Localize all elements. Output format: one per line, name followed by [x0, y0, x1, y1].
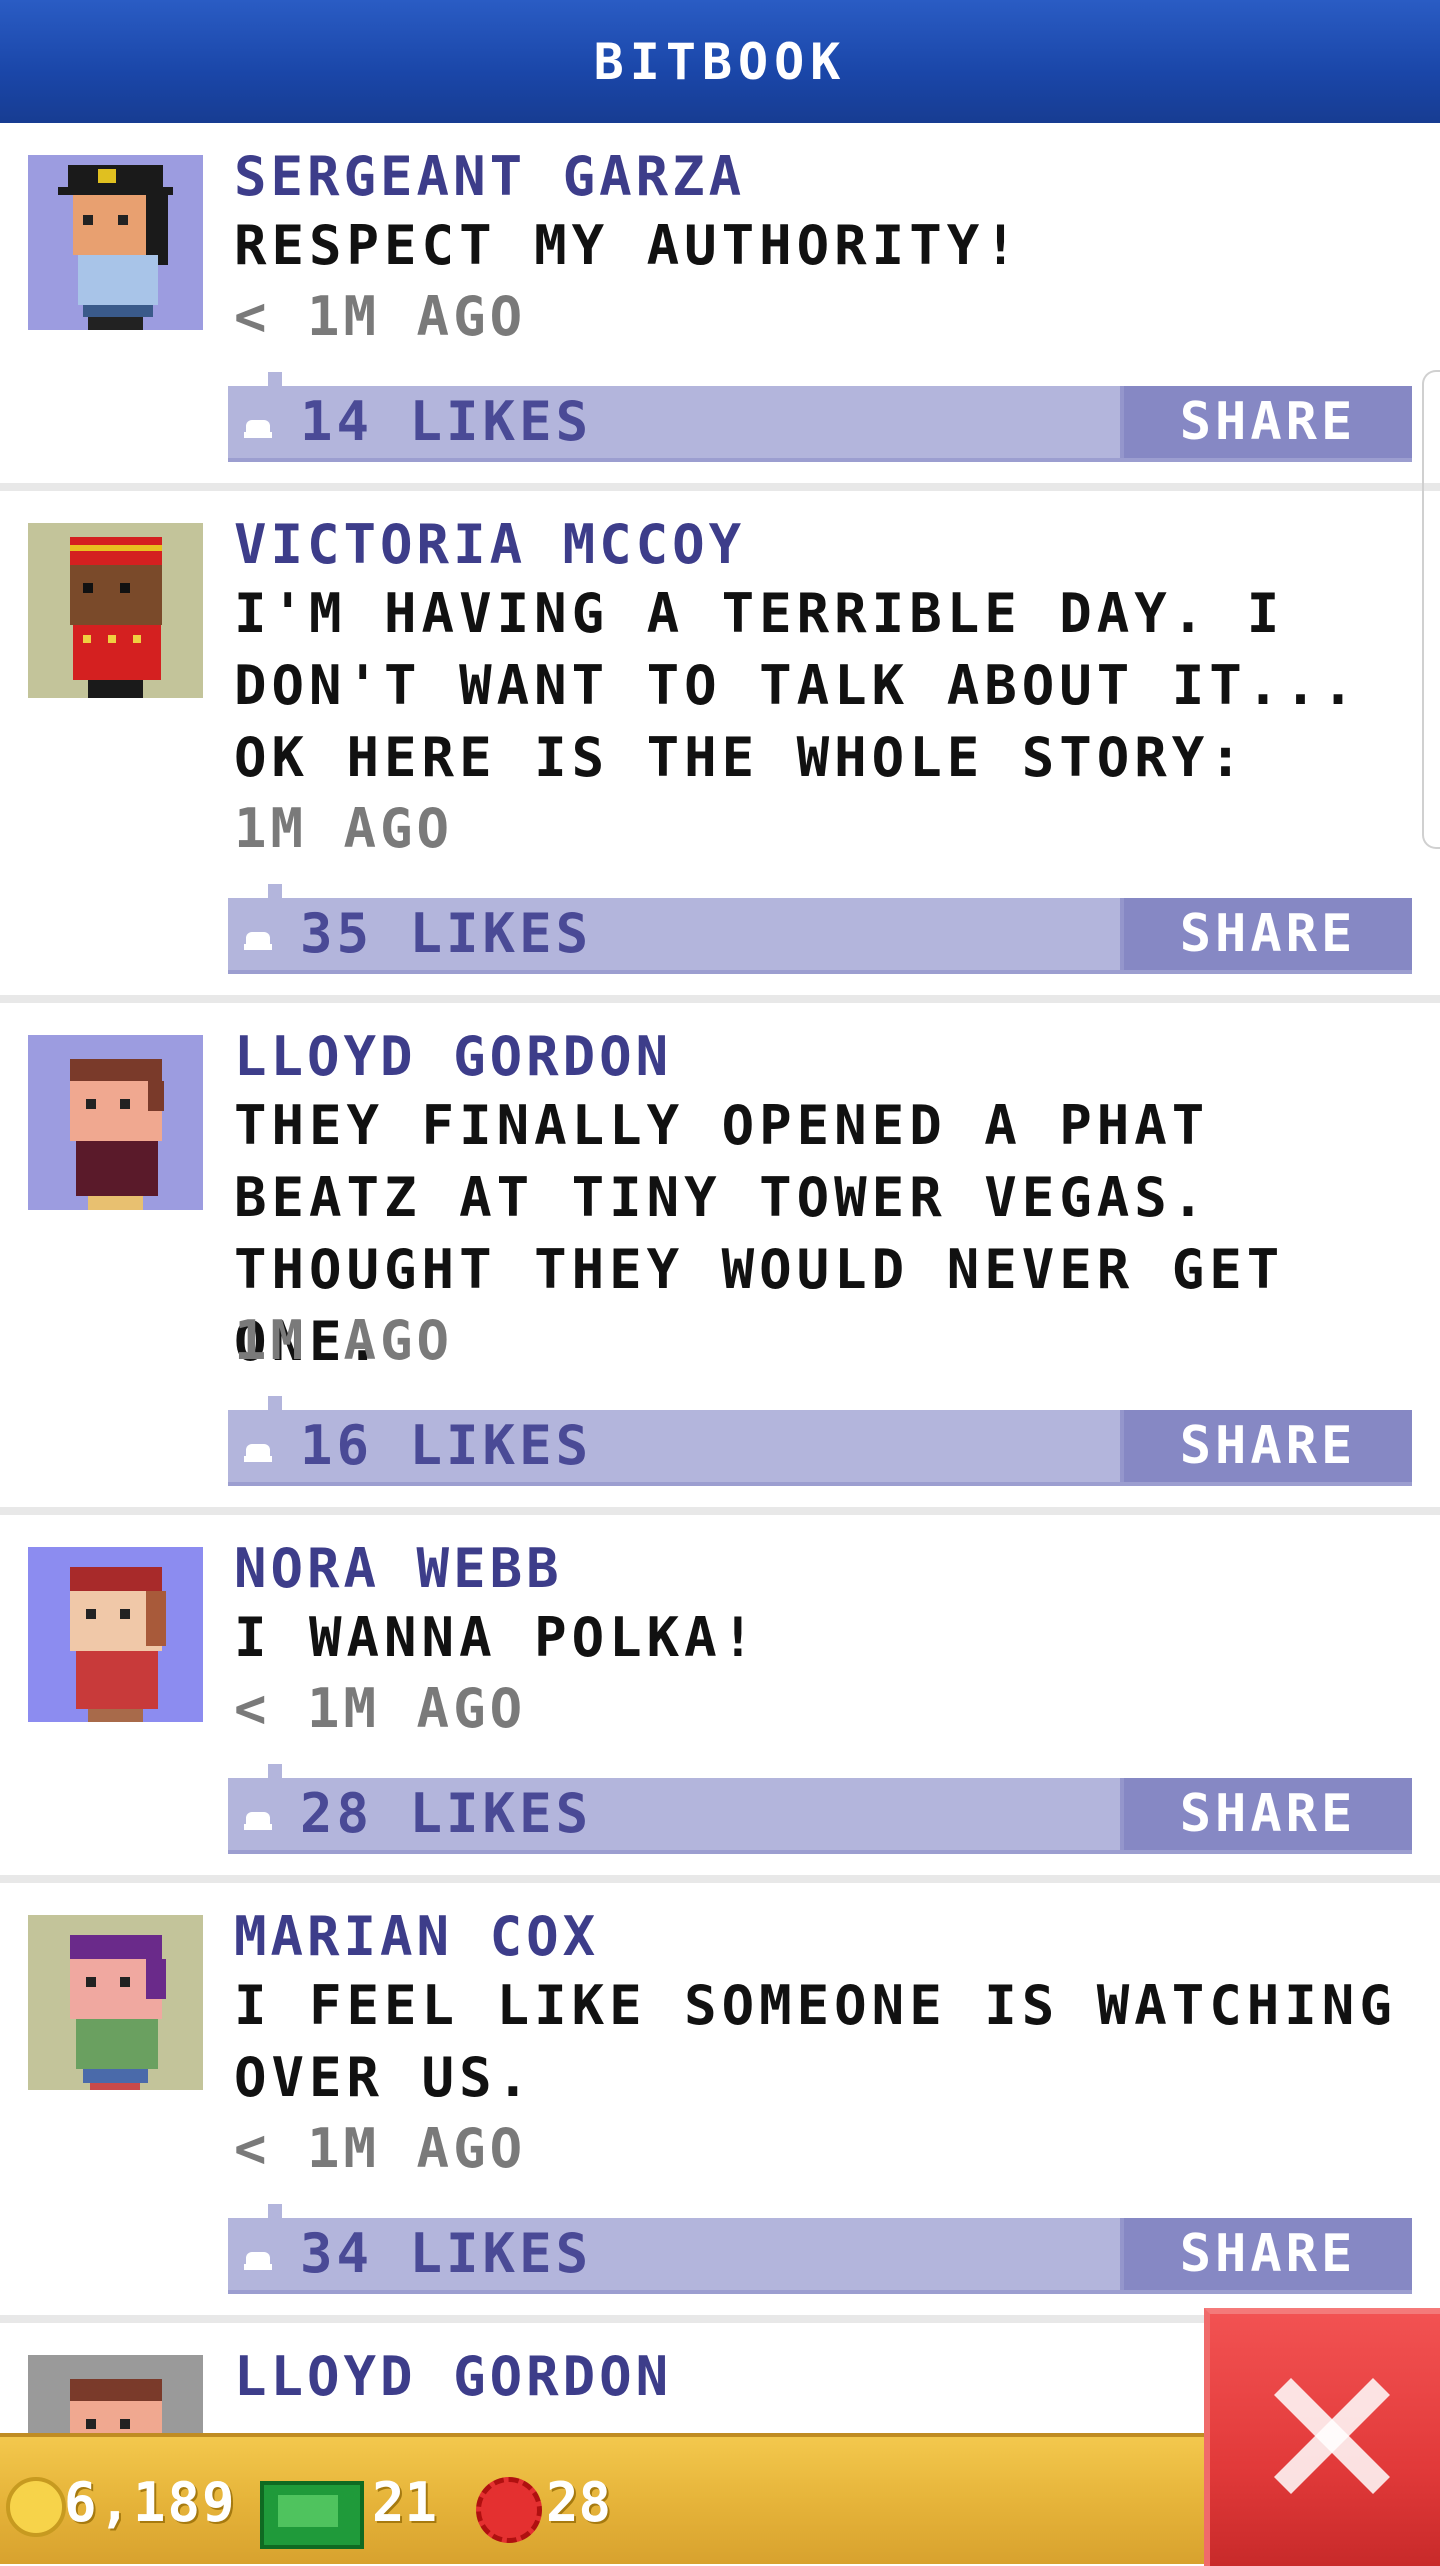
post-author[interactable]: LLOYD GORDON [234, 2345, 672, 2408]
avatar[interactable] [28, 1915, 203, 2090]
avatar[interactable] [28, 523, 203, 698]
scrollbar[interactable] [1422, 370, 1440, 849]
thumbs-up-icon[interactable] [244, 922, 272, 950]
post-author[interactable]: VICTORIA MCCOY [234, 513, 745, 576]
post-author[interactable]: NORA WEBB [234, 1537, 563, 1600]
share-button[interactable]: SHARE [1120, 1410, 1412, 1482]
like-bar: 28 LIKES SHARE [228, 1764, 1412, 1854]
bux-count: 21 [372, 2471, 438, 2534]
like-count[interactable]: 14 LIKES [300, 390, 592, 454]
thumbs-up-icon[interactable] [244, 1434, 272, 1462]
coin-count: 6,189 [64, 2471, 237, 2534]
share-button[interactable]: SHARE [1120, 386, 1412, 458]
avatar[interactable] [28, 1547, 203, 1722]
post-message: RESPECT MY AUTHORITY! [234, 214, 1022, 277]
thumbs-up-icon[interactable] [244, 410, 272, 438]
like-count[interactable]: 35 LIKES [300, 902, 592, 966]
divider [0, 1507, 1440, 1515]
thumbs-up-icon[interactable] [244, 2242, 272, 2270]
thumbs-up-icon[interactable] [244, 1802, 272, 1830]
like-count[interactable]: 34 LIKES [300, 2222, 592, 2286]
like-bar: 34 LIKES SHARE [228, 2204, 1412, 2294]
like-bar: 14 LIKES SHARE [228, 372, 1412, 462]
share-button[interactable]: SHARE [1120, 1778, 1412, 1850]
ticket-count: 28 [546, 2471, 612, 2534]
post-author[interactable]: SERGEANT GARZA [234, 145, 745, 208]
avatar[interactable] [28, 155, 203, 330]
like-bar: 16 LIKES SHARE [228, 1396, 1412, 1486]
post-message: I'M HAVING A TERRIBLE DAY. I DON'T WANT … [234, 582, 1360, 789]
post-time: 1M AGO [234, 797, 454, 860]
close-button[interactable] [1204, 2308, 1440, 2566]
post-message: I WANNA POLKA! [234, 1606, 760, 1669]
avatar[interactable] [28, 1035, 203, 1210]
post-time: < 1M AGO [234, 2117, 527, 2180]
coin-icon [6, 2477, 66, 2537]
like-count[interactable]: 28 LIKES [300, 1782, 592, 1846]
divider [0, 483, 1440, 491]
app-header: BITBOOK [0, 0, 1440, 123]
post-time: 1M AGO [234, 1309, 454, 1372]
post-message: I FEEL LIKE SOMEONE IS WATCHING OVER US. [234, 1974, 1397, 2109]
app-title: BITBOOK [593, 32, 847, 91]
like-bar: 35 LIKES SHARE [228, 884, 1412, 974]
post-author[interactable]: LLOYD GORDON [234, 1025, 672, 1088]
bux-icon [260, 2481, 364, 2549]
share-button[interactable]: SHARE [1120, 898, 1412, 970]
close-icon [1270, 2376, 1390, 2496]
post-time: < 1M AGO [234, 285, 527, 348]
like-count[interactable]: 16 LIKES [300, 1414, 592, 1478]
ticket-icon [476, 2477, 542, 2543]
divider [0, 1875, 1440, 1883]
post-author[interactable]: MARIAN COX [234, 1905, 599, 1968]
post-time: < 1M AGO [234, 1677, 527, 1740]
divider [0, 995, 1440, 1003]
share-button[interactable]: SHARE [1120, 2218, 1412, 2290]
